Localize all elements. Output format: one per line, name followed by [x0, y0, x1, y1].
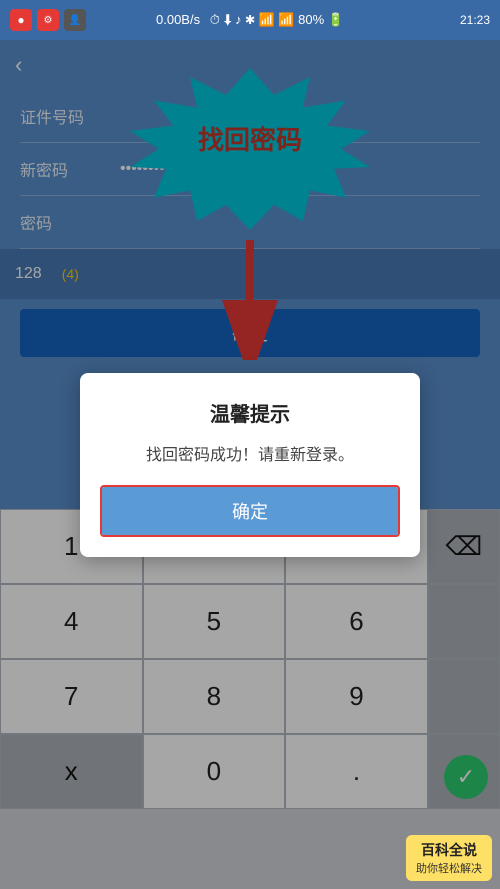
app-icon-3: 👤: [64, 9, 86, 31]
app-icon-2: ⚙: [37, 9, 59, 31]
dialog-message: 找回密码成功！请重新登录。: [100, 441, 400, 465]
dialog-confirm-button[interactable]: 确定: [102, 487, 398, 535]
dialog-btn-wrap: 确定: [100, 485, 400, 537]
status-time: 21:23: [460, 13, 490, 27]
app-content: ‹ 证件号码 新密码 •••••••••• 密码 128 (4) 确定 1 2 …: [0, 40, 500, 889]
dialog-title: 温馨提示: [100, 398, 400, 427]
status-bar: ● ⚙ 👤 0.00B/s ⏱ ⬇ ♪ ✱ 📶 📶 80% 🔋 21:23: [0, 0, 500, 40]
watermark: 百科全说 助你轻松解决: [406, 835, 492, 881]
watermark-title: 百科全说: [416, 840, 482, 860]
dialog: 温馨提示 找回密码成功！请重新登录。 确定: [80, 373, 420, 557]
status-speed: 0.00B/s ⏱ ⬇ ♪ ✱ 📶 📶 80% 🔋: [156, 12, 344, 28]
dialog-overlay: 温馨提示 找回密码成功！请重新登录。 确定: [0, 40, 500, 889]
status-bar-left: ● ⚙ 👤: [10, 9, 86, 31]
watermark-sub: 助你轻松解决: [416, 860, 482, 876]
app-icon-1: ●: [10, 9, 32, 31]
